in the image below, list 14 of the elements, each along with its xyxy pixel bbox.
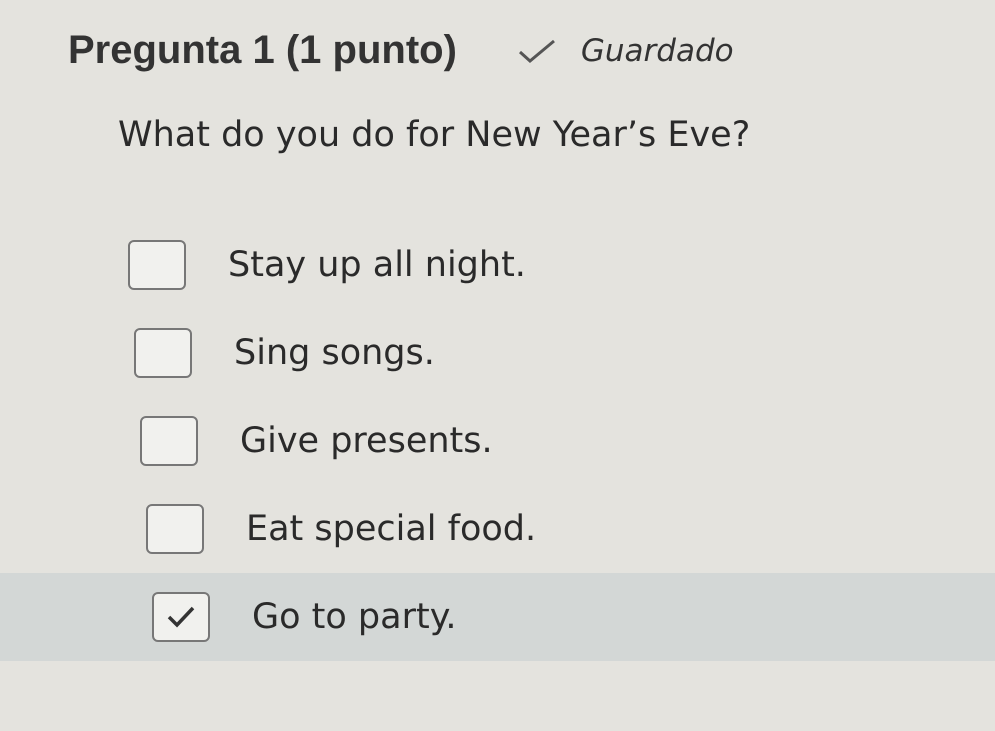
- question-text: What do you do for New Year’s Eve?: [118, 115, 752, 155]
- saved-status: Guardado: [580, 32, 734, 68]
- option-label[interactable]: Eat special food.: [246, 509, 536, 549]
- highlighted-option-row[interactable]: Go to party.: [0, 573, 995, 661]
- checkbox[interactable]: [128, 240, 186, 290]
- option-label[interactable]: Give presents.: [240, 421, 493, 461]
- option-label[interactable]: Go to party.: [252, 597, 457, 637]
- option-label[interactable]: Stay up all night.: [228, 245, 526, 285]
- checkbox[interactable]: [134, 328, 192, 378]
- checkbox[interactable]: [146, 504, 204, 554]
- question-title: Pregunta 1 (1 punto): [68, 28, 457, 73]
- checkbox[interactable]: [152, 592, 210, 642]
- checkbox[interactable]: [140, 416, 198, 466]
- option-label[interactable]: Sing songs.: [234, 333, 435, 373]
